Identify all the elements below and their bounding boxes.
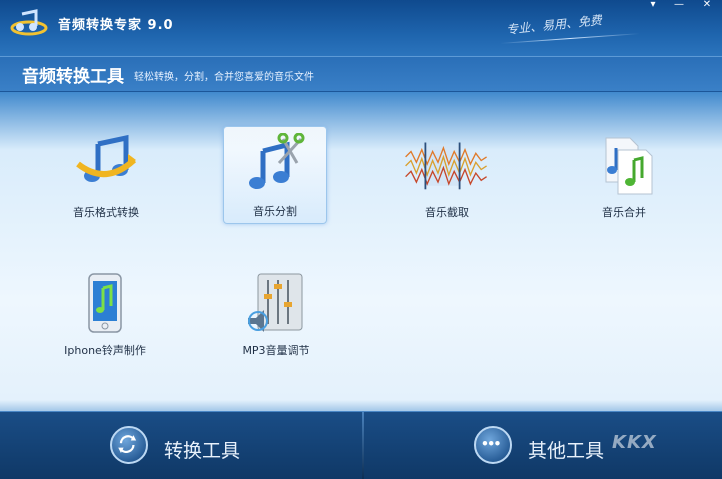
bottom-nav: 转换工具 其他工具 KKX [0, 411, 722, 479]
music-convert-icon [76, 134, 136, 182]
tool-label: 音乐截取 [425, 206, 469, 219]
music-cut-icon [405, 142, 487, 190]
tab-divider [362, 412, 364, 479]
tab-label: 其他工具 [528, 440, 605, 462]
app-title: 音频转换专家 9.0 [58, 18, 174, 33]
tool-music-cut[interactable]: 音乐截取 [396, 128, 498, 224]
watermark: KKX [612, 432, 657, 453]
music-merge-icon [605, 137, 653, 195]
title-bar: 音频转换专家 9.0 专业、易用、免费 ▾ — ✕ [0, 0, 722, 56]
section-title: 音频转换工具 [22, 67, 124, 87]
app-logo-icon [10, 9, 48, 36]
tool-music-split[interactable]: 音乐分割 [223, 126, 327, 224]
tab-label: 转换工具 [164, 440, 241, 462]
tool-label: MP3音量调节 [242, 344, 310, 357]
more-dots-icon [474, 426, 512, 464]
iphone-ringtone-icon [88, 273, 122, 333]
tab-other-tools[interactable]: 其他工具 [474, 412, 624, 479]
tool-iphone-ringtone[interactable]: Iphone铃声制作 [54, 266, 156, 362]
minimize-button[interactable]: ▾ [644, 0, 662, 10]
tool-music-convert[interactable]: 音乐格式转换 [55, 128, 157, 224]
section-header: 音频转换工具 轻松转换，分割，合并您喜爱的音乐文件 [0, 56, 722, 92]
tool-label: 音乐合并 [602, 206, 646, 219]
tool-label: 音乐格式转换 [73, 206, 139, 219]
refresh-icon [110, 426, 148, 464]
slogan: 专业、易用、免费 [505, 13, 603, 37]
music-split-icon [249, 133, 305, 189]
tab-convert-tools[interactable]: 转换工具 [110, 412, 260, 479]
mp3-volume-icon [248, 273, 303, 332]
tool-mp3-volume[interactable]: MP3音量调节 [225, 266, 327, 362]
restore-button[interactable]: — [670, 0, 688, 10]
tool-music-merge[interactable]: 音乐合并 [573, 128, 675, 224]
close-button[interactable]: ✕ [698, 0, 716, 10]
tool-label: 音乐分割 [253, 205, 297, 218]
app-window: 音频转换专家 9.0 专业、易用、免费 ▾ — ✕ 音频转换工具 轻松转换，分割… [0, 0, 722, 479]
tool-label: Iphone铃声制作 [64, 344, 146, 357]
section-subtitle: 轻松转换，分割，合并您喜爱的音乐文件 [134, 72, 314, 83]
